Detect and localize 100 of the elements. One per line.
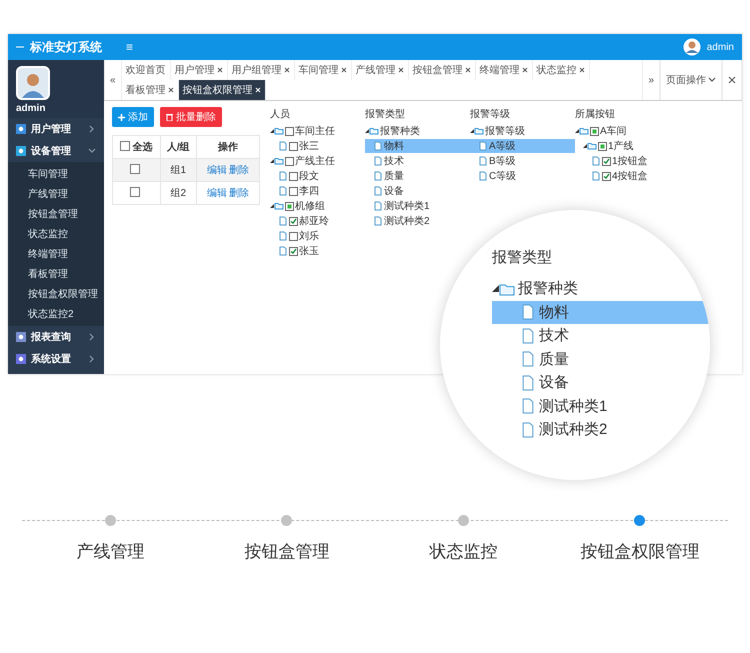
file-icon: [520, 328, 536, 344]
sidebar-item[interactable]: 报表查询: [8, 326, 104, 348]
submenu-item[interactable]: 终端管理: [8, 244, 104, 264]
checkbox[interactable]: [590, 126, 599, 136]
close-icon: [168, 87, 174, 93]
sidebar-item[interactable]: 系统设置: [8, 348, 104, 370]
tree-item[interactable]: 报警种类: [518, 279, 578, 298]
action-link[interactable]: 编辑: [206, 165, 227, 176]
checkbox[interactable]: [285, 126, 294, 136]
tree-title: 报警类型: [492, 248, 553, 267]
scroll-left-button[interactable]: «: [104, 60, 122, 100]
checkbox[interactable]: [598, 142, 607, 150]
sidebar-item[interactable]: 用户管理: [8, 118, 104, 140]
column-header[interactable]: 全选: [112, 136, 160, 158]
tree-item[interactable]: 测试种类1: [539, 396, 608, 416]
tree-item[interactable]: A车间: [600, 124, 627, 138]
tree-item[interactable]: 测试种类2: [539, 420, 608, 440]
submenu-item[interactable]: 产线管理: [8, 184, 104, 204]
submenu-item[interactable]: 按钮盒权限管理: [8, 284, 104, 304]
action-link[interactable]: 删除: [228, 188, 249, 199]
page-actions-dropdown[interactable]: 页面操作: [660, 60, 722, 100]
tree-item[interactable]: 设备: [384, 184, 404, 198]
checkbox[interactable]: [289, 172, 298, 180]
checkbox[interactable]: [130, 187, 140, 197]
action-link[interactable]: 编辑: [206, 188, 227, 199]
avatar-icon: [16, 66, 50, 100]
scroll-right-button[interactable]: »: [642, 60, 660, 100]
tree-item[interactable]: 报警等级: [485, 124, 525, 138]
tree-item[interactable]: 物料: [384, 139, 404, 153]
submenu-item[interactable]: 车间管理: [8, 164, 104, 184]
close-icon: [398, 67, 404, 73]
tree-item[interactable]: 技术: [539, 326, 569, 346]
tree-item[interactable]: 物料: [539, 302, 569, 322]
folder-icon: [369, 126, 379, 136]
tab[interactable]: 按钮盒权限管理: [178, 80, 266, 100]
menu-icon: [16, 146, 26, 156]
tree-item[interactable]: 产线主任: [295, 154, 335, 168]
tree-item[interactable]: 李四: [299, 184, 319, 198]
close-icon: [254, 87, 261, 93]
tree-item[interactable]: 段文: [299, 169, 319, 183]
tree-item[interactable]: 郝亚玲: [299, 214, 329, 228]
submenu-item[interactable]: 状态监控2: [8, 304, 104, 324]
tree-item[interactable]: C等级: [489, 169, 516, 183]
file-icon: [520, 351, 536, 368]
expand-icon: [583, 144, 587, 148]
tree-item[interactable]: 测试种类2: [384, 214, 430, 228]
tree-item[interactable]: B等级: [489, 154, 516, 168]
folder-icon: [274, 156, 284, 166]
tree-item[interactable]: 车间主任: [295, 124, 335, 138]
tree-item[interactable]: A等级: [489, 139, 516, 153]
batch-delete-button[interactable]: 批量删除: [160, 107, 222, 127]
menu-icon: [16, 354, 26, 364]
expand-icon: [470, 129, 474, 133]
step-label: 按钮盒权限管理: [580, 541, 700, 563]
checkbox[interactable]: [120, 141, 130, 151]
checkbox[interactable]: [289, 246, 298, 256]
action-link[interactable]: 删除: [228, 165, 249, 176]
file-icon: [520, 304, 536, 320]
plus-icon: [118, 114, 125, 120]
close-icon: [578, 67, 585, 73]
tree-item[interactable]: 技术: [384, 154, 404, 168]
close-icon: [728, 76, 736, 84]
close-icon: [522, 67, 528, 73]
checkbox[interactable]: [289, 186, 298, 196]
tree-item[interactable]: 质量: [384, 169, 404, 183]
checkbox[interactable]: [285, 156, 294, 166]
close-icon: [340, 67, 347, 73]
expand-icon: [270, 204, 274, 208]
checkbox[interactable]: [602, 172, 611, 180]
tree-item[interactable]: 4按钮盒: [612, 169, 648, 183]
tree-item[interactable]: 1按钮盒: [612, 154, 648, 168]
checkbox[interactable]: [285, 202, 294, 210]
step-label: 产线管理: [76, 541, 144, 563]
tree-item[interactable]: 质量: [539, 350, 569, 369]
tree-item[interactable]: 设备: [539, 373, 569, 392]
avatar-icon: [682, 38, 701, 56]
step-label: 状态监控: [429, 541, 498, 563]
checkbox[interactable]: [130, 164, 140, 174]
trash-icon: [166, 113, 173, 121]
tree-item[interactable]: 刘乐: [299, 229, 319, 243]
close-icon: [216, 67, 223, 73]
checkbox[interactable]: [289, 232, 298, 240]
submenu-item[interactable]: 看板管理: [8, 264, 104, 284]
checkbox[interactable]: [602, 156, 611, 166]
checkbox[interactable]: [289, 216, 298, 226]
tree-item[interactable]: 张玉: [299, 244, 319, 258]
tree-item[interactable]: 机修组: [295, 199, 325, 213]
tree-title: 所属按钮: [575, 108, 616, 121]
tree-item[interactable]: 1产线: [608, 139, 634, 153]
tree-item[interactable]: 张三: [299, 139, 319, 153]
menu-icon: [16, 124, 26, 134]
checkbox[interactable]: [289, 142, 298, 150]
tree-item[interactable]: 测试种类1: [384, 199, 430, 213]
expand-icon: [270, 159, 274, 163]
submenu-item[interactable]: 状态监控: [8, 224, 104, 244]
tree-item[interactable]: 报警种类: [380, 124, 420, 138]
expand-icon: [270, 129, 274, 133]
sidebar-item[interactable]: 设备管理: [8, 140, 104, 162]
submenu-item[interactable]: 按钮盒管理: [8, 204, 104, 224]
close-icon: [284, 67, 290, 73]
